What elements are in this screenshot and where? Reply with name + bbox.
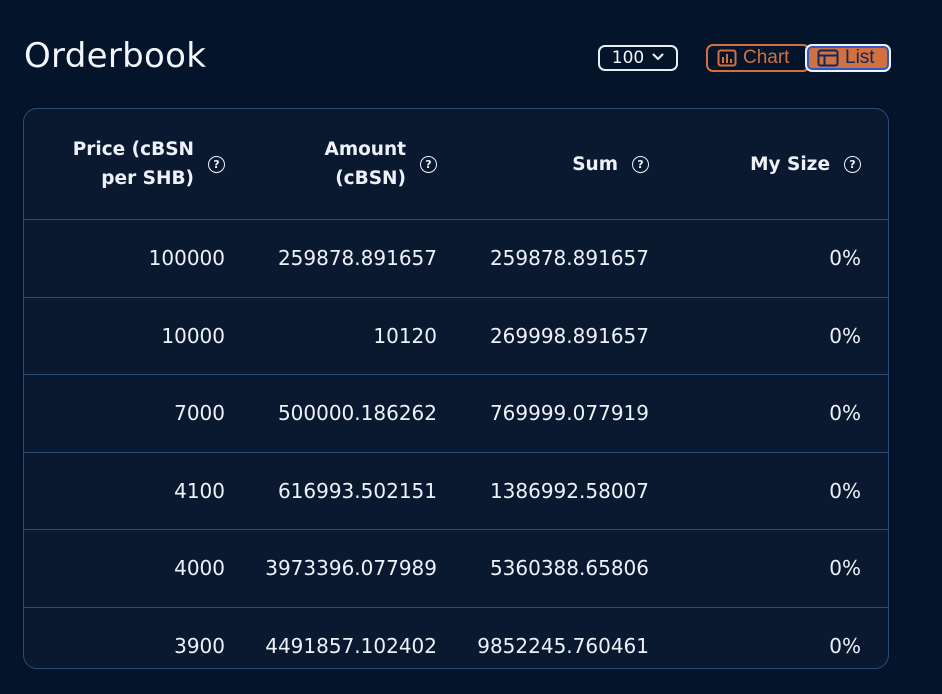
table-row[interactable]: 100000 259878.891657 259878.891657 0%: [24, 220, 888, 298]
column-header-my-size: My Size ?: [649, 150, 861, 179]
list-view-button[interactable]: List: [805, 44, 891, 72]
amount-cell: 3973396.077989: [265, 556, 437, 581]
table-header-row: Price (cBSN per SHB) ? Amount (cBSN) ? S…: [24, 109, 888, 220]
amount-cell: 10120: [373, 323, 437, 348]
table-list-icon: [817, 49, 839, 67]
help-icon[interactable]: ?: [844, 155, 861, 173]
price-cell: 4000: [174, 556, 225, 581]
table-row[interactable]: 4100 616993.502151 1386992.58007 0%: [24, 453, 888, 530]
table-row[interactable]: 3900 4491857.102402 9852245.760461 0%: [24, 608, 888, 669]
amount-cell: 259878.891657: [277, 246, 437, 271]
help-icon[interactable]: ?: [208, 155, 225, 173]
depth-select-value: 100: [611, 48, 645, 68]
column-header-sum: Sum ?: [437, 150, 649, 179]
help-icon[interactable]: ?: [420, 155, 437, 173]
price-cell: 10000: [161, 323, 225, 348]
my-size-cell: 0%: [829, 401, 861, 426]
my-size-cell: 0%: [829, 634, 861, 659]
table-row[interactable]: 10000 10120 269998.891657 0%: [24, 298, 888, 375]
orderbook-table: Price (cBSN per SHB) ? Amount (cBSN) ? S…: [23, 108, 889, 669]
my-size-cell: 0%: [829, 478, 861, 503]
price-cell: 100000: [148, 246, 225, 271]
my-size-cell: 0%: [829, 246, 861, 271]
column-header-label: Sum: [572, 153, 618, 175]
price-cell: 3900: [174, 634, 225, 659]
table-row[interactable]: 7000 500000.186262 769999.077919 0%: [24, 375, 888, 453]
sum-cell: 259878.891657: [489, 246, 649, 271]
depth-select[interactable]: 100: [598, 45, 678, 71]
column-header-label: Amount (cBSN): [324, 139, 407, 189]
sum-cell: 769999.077919: [489, 401, 649, 426]
sum-cell: 269998.891657: [489, 323, 649, 348]
sum-cell: 9852245.760461: [477, 634, 649, 659]
amount-cell: 500000.186262: [277, 401, 437, 426]
chart-view-button[interactable]: Chart: [706, 44, 810, 72]
amount-cell: 616993.502151: [277, 478, 437, 503]
column-header-price: Price (cBSN per SHB) ?: [24, 135, 225, 193]
bar-chart-icon: [717, 49, 737, 67]
help-icon[interactable]: ?: [632, 155, 649, 173]
my-size-cell: 0%: [829, 323, 861, 348]
price-cell: 4100: [174, 478, 225, 503]
table-row[interactable]: 4000 3973396.077989 5360388.65806 0%: [24, 530, 888, 608]
page-title: Orderbook: [24, 36, 207, 76]
sum-cell: 1386992.58007: [489, 478, 649, 503]
sum-cell: 5360388.65806: [489, 556, 649, 581]
chart-view-label: Chart: [743, 47, 790, 68]
column-header-label: My Size: [750, 153, 830, 175]
column-header-amount: Amount (cBSN) ?: [225, 135, 437, 193]
my-size-cell: 0%: [829, 556, 861, 581]
amount-cell: 4491857.102402: [265, 634, 437, 659]
price-cell: 7000: [174, 401, 225, 426]
list-view-label: List: [845, 47, 875, 68]
chevron-down-icon: [652, 50, 664, 64]
column-header-label: Price (cBSN per SHB): [72, 139, 194, 189]
